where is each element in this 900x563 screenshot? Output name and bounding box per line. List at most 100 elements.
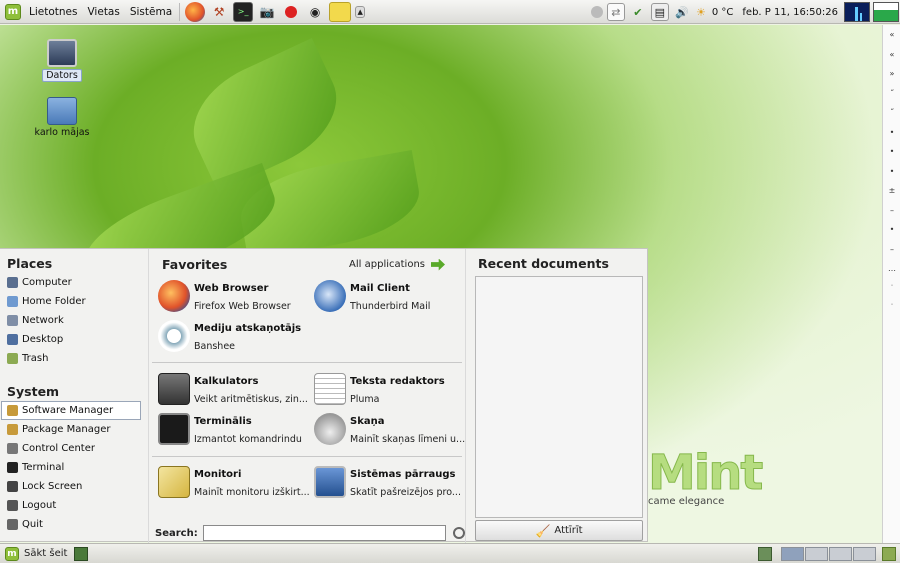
app-mail-client[interactable]: Mail Client Thunderbird Mail bbox=[314, 280, 466, 316]
side-button[interactable]: • bbox=[883, 142, 900, 162]
control-center-icon bbox=[7, 443, 18, 454]
desktop-icon-label: karlo mājas bbox=[34, 127, 90, 138]
system-label: Lock Screen bbox=[22, 481, 83, 492]
network-icon[interactable]: ⇄ bbox=[606, 3, 625, 21]
package-icon bbox=[7, 424, 18, 435]
side-button[interactable]: ˙ bbox=[883, 298, 900, 318]
computer-icon bbox=[7, 277, 18, 288]
all-applications-button[interactable]: All applications bbox=[349, 258, 445, 271]
recent-documents-list[interactable] bbox=[475, 276, 643, 518]
recent-title: Recent documents bbox=[478, 256, 609, 271]
places-title: Places bbox=[7, 256, 53, 271]
home-folder-icon bbox=[47, 97, 77, 125]
network-icon bbox=[7, 315, 18, 326]
app-desc: Firefox Web Browser bbox=[194, 301, 291, 312]
app-terminal[interactable]: Terminālis Izmantot komandrindu bbox=[158, 413, 310, 449]
app-web-browser[interactable]: Web Browser Firefox Web Browser bbox=[158, 280, 310, 316]
system-logout[interactable]: Logout bbox=[0, 496, 147, 515]
search-input[interactable] bbox=[202, 525, 446, 541]
volume-icon[interactable]: 🔊 bbox=[673, 3, 691, 21]
place-network[interactable]: Network bbox=[0, 311, 147, 330]
mint-logo-text: Mint bbox=[647, 445, 763, 501]
mint-logo-icon[interactable]: m bbox=[5, 3, 21, 20]
favorites-title: Favorites bbox=[162, 257, 228, 272]
system-terminal[interactable]: Terminal bbox=[0, 458, 147, 477]
system-control-center[interactable]: Control Center bbox=[0, 439, 147, 458]
clear-recent-button[interactable]: 🧹 Attīrīt bbox=[475, 520, 643, 541]
expand-arrow-icon[interactable]: ▲ bbox=[355, 5, 366, 18]
app-name: Monitori bbox=[194, 469, 242, 480]
app-text-editor[interactable]: Teksta redaktors Pluma bbox=[314, 373, 466, 409]
workspace-3[interactable] bbox=[829, 546, 852, 561]
workspace-1[interactable] bbox=[781, 546, 804, 561]
menu-applications[interactable]: Lietotnes bbox=[24, 0, 82, 24]
weather-icon: ☀ bbox=[695, 5, 706, 19]
show-desktop-icon[interactable] bbox=[74, 546, 89, 561]
side-button[interactable]: « bbox=[883, 45, 900, 65]
app-monitors[interactable]: Monitori Mainīt monitoru izškirt... bbox=[158, 466, 310, 502]
app-calculator[interactable]: Kalkulators Veikt aritmētiskus, zin... bbox=[158, 373, 310, 409]
desktop-icon bbox=[7, 334, 18, 345]
side-button[interactable]: « bbox=[883, 25, 900, 45]
place-label: Trash bbox=[22, 353, 49, 364]
desktop-icon-home[interactable]: karlo mājas bbox=[27, 97, 97, 138]
system-package-manager[interactable]: Package Manager bbox=[0, 420, 147, 439]
side-button[interactable]: ˙ bbox=[883, 279, 900, 299]
arrow-right-icon bbox=[431, 258, 445, 271]
terminal-launcher-icon[interactable]: >_ bbox=[233, 1, 254, 22]
firefox-launcher-icon[interactable] bbox=[185, 1, 206, 22]
clock[interactable]: feb. P 11, 16:50:26 bbox=[742, 7, 838, 18]
side-button[interactable]: • bbox=[883, 123, 900, 143]
system-label: Control Center bbox=[22, 443, 95, 454]
app-system-monitor[interactable]: Sistēmas pārraugs Skatīt pašreizējos pro.… bbox=[314, 466, 466, 502]
screenshot-launcher-icon[interactable]: 📷 bbox=[257, 2, 277, 22]
banshee-icon bbox=[158, 320, 190, 352]
shield-icon[interactable]: ✔ bbox=[629, 3, 647, 21]
app-sound[interactable]: Skaņa Mainīt skaņas līmeni u... bbox=[314, 413, 466, 449]
workspace-4[interactable] bbox=[853, 546, 876, 561]
clear-label: Attīrīt bbox=[554, 525, 583, 536]
app-desc: Skatīt pašreizējos pro... bbox=[350, 487, 461, 498]
record-launcher-icon[interactable] bbox=[281, 2, 301, 22]
quit-icon bbox=[7, 519, 18, 530]
drive-icon[interactable] bbox=[590, 6, 603, 18]
side-button[interactable]: • bbox=[883, 220, 900, 240]
side-button[interactable]: … bbox=[883, 259, 900, 279]
clipboard-icon[interactable]: ▤ bbox=[650, 3, 669, 21]
tools-launcher-icon[interactable]: ⚒ bbox=[209, 2, 229, 22]
side-button[interactable]: ˝ bbox=[883, 84, 900, 104]
network-monitor-graph[interactable] bbox=[873, 2, 899, 22]
menu-places[interactable]: Vietas bbox=[82, 0, 124, 24]
search-icon[interactable] bbox=[452, 527, 465, 539]
system-label: Software Manager bbox=[22, 405, 114, 416]
notes-launcher-icon[interactable] bbox=[329, 1, 352, 22]
place-trash[interactable]: Trash bbox=[0, 349, 147, 368]
speaker-icon bbox=[314, 413, 346, 445]
system-lock-screen[interactable]: Lock Screen bbox=[0, 477, 147, 496]
side-button[interactable]: • bbox=[883, 162, 900, 182]
text-editor-icon bbox=[314, 373, 346, 405]
side-button[interactable]: ± bbox=[883, 181, 900, 201]
side-button[interactable]: – bbox=[883, 201, 900, 221]
system-monitor-graph[interactable] bbox=[844, 2, 870, 22]
tray-network-icon[interactable] bbox=[758, 546, 772, 561]
side-button[interactable]: – bbox=[883, 240, 900, 260]
place-home-folder[interactable]: Home Folder bbox=[0, 292, 147, 311]
start-menu-button[interactable]: m Sākt šeit bbox=[0, 546, 72, 561]
eye-launcher-icon[interactable]: ◉ bbox=[305, 2, 325, 22]
place-label: Home Folder bbox=[22, 296, 86, 307]
workspace-2[interactable] bbox=[805, 546, 828, 561]
lock-icon bbox=[7, 481, 18, 492]
search-label: Search: bbox=[155, 527, 198, 539]
place-desktop[interactable]: Desktop bbox=[0, 330, 147, 349]
menu-system[interactable]: Sistēma bbox=[125, 0, 177, 24]
system-quit[interactable]: Quit bbox=[0, 515, 147, 534]
trash-icon[interactable] bbox=[882, 546, 896, 561]
side-button[interactable]: ˝ bbox=[883, 103, 900, 123]
system-software-manager[interactable]: Software Manager bbox=[1, 401, 141, 420]
app-media-player[interactable]: Mediju atskaņotājs Banshee bbox=[158, 320, 310, 356]
place-computer[interactable]: Computer bbox=[0, 273, 147, 292]
desktop-icon-computer[interactable]: Dators bbox=[27, 39, 97, 82]
side-button[interactable]: » bbox=[883, 64, 900, 84]
app-name: Kalkulators bbox=[194, 376, 259, 387]
